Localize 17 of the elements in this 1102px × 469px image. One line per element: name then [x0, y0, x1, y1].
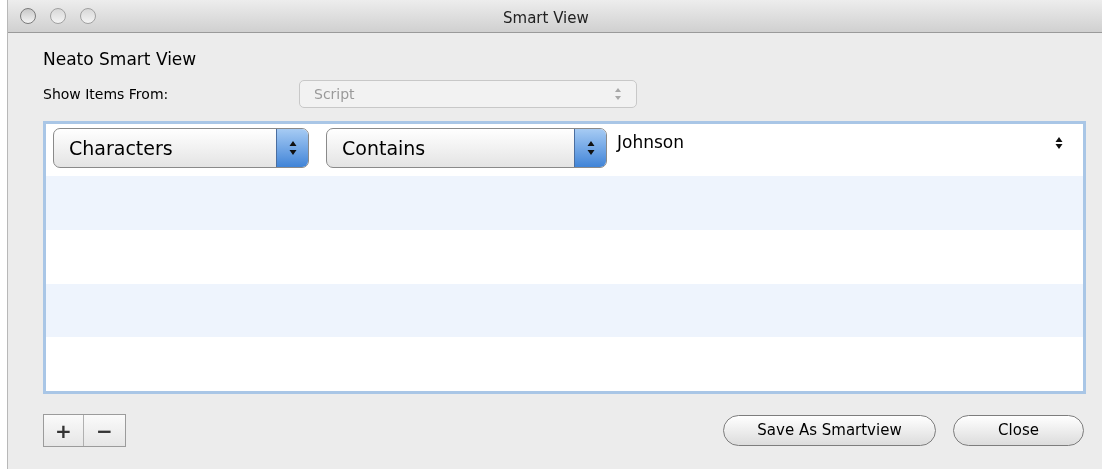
zoom-window-button[interactable]	[80, 8, 96, 24]
show-items-label: Show Items From:	[43, 84, 170, 104]
window-title: Smart View	[503, 8, 589, 29]
remove-rule-button[interactable]: −	[84, 415, 125, 446]
field-popup[interactable]: Characters	[53, 128, 309, 168]
operator-popup[interactable]: Contains	[326, 128, 607, 168]
value-field[interactable]: Johnson	[617, 128, 1063, 158]
close-button[interactable]: Close	[953, 415, 1084, 446]
stepper-icon	[288, 140, 297, 156]
stepper-icon	[586, 140, 595, 156]
dialog-heading: Neato Smart View	[43, 48, 198, 71]
minimize-window-button[interactable]	[50, 8, 66, 24]
stepper-icon	[614, 87, 622, 101]
stepper-icon	[1055, 135, 1063, 151]
close-window-button[interactable]	[20, 8, 36, 24]
add-rule-button[interactable]: +	[44, 415, 84, 446]
save-as-smartview-button[interactable]: Save As Smartview	[723, 415, 936, 446]
